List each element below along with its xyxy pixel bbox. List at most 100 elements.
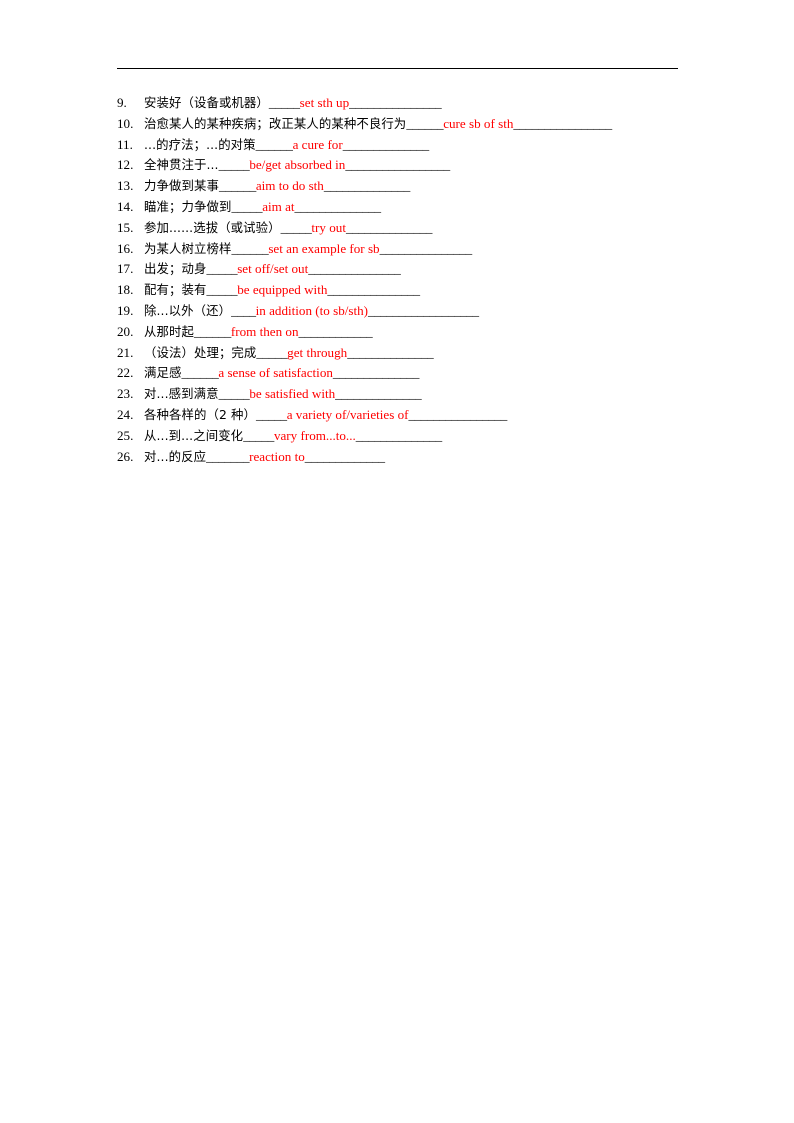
item-number: 9. [117, 95, 127, 110]
answer-blank-trailing: _______________ [308, 261, 401, 277]
item-chinese-prompt: 安装好（设备或机器） [144, 95, 269, 110]
vocabulary-item: 21. （设法）处理；完成 _____ get through ____________… [117, 343, 717, 364]
answer-blank-leading: _______ [206, 448, 250, 464]
answer-blank-leading: _____ [243, 427, 274, 443]
vocabulary-item: 14. 瞄准；力争做到 _____ aim at ______________ [117, 197, 717, 218]
item-chinese-prompt: ...的疗法；...的对策 [144, 136, 256, 152]
item-chinese-prompt: 瞄准；力争做到 [144, 198, 232, 214]
answer-blank-leading: ____ [231, 302, 256, 318]
answer-blank-leading: ______ [218, 178, 256, 194]
answer-blank-trailing: ______________ [323, 178, 410, 194]
item-answer-english: vary from...to... [273, 427, 356, 443]
answer-blank-trailing: _______________ [349, 95, 442, 110]
header-separator-rule [117, 68, 678, 69]
item-number: 24. [117, 406, 134, 422]
answer-blank-trailing: ______________ [342, 136, 429, 152]
answer-blank-trailing: _______________ [379, 240, 473, 256]
vocabulary-item: 19. 除...以外（还） ____ in addition (to sb/sth) _… [117, 301, 717, 322]
item-number: 21. [117, 344, 134, 360]
answer-blank-leading: _____ [206, 282, 238, 298]
item-chinese-prompt: 参加......选拔（或试验） [144, 219, 281, 235]
item-chinese-prompt: 配有；装有 [144, 282, 207, 298]
answer-blank-leading: _____ [256, 344, 288, 360]
vocabulary-item: 12. 全神贯注于... _____ be/get absorbed in ______… [117, 155, 717, 176]
item-answer-english: set sth up [299, 95, 350, 110]
item-chinese-prompt: 满足感 [144, 365, 182, 381]
answer-blank-trailing: _____________ [304, 448, 385, 464]
vocabulary-item: 20. 从那时起 ______ from then on ____________ [117, 322, 717, 343]
item-answer-english: set an example for sb [268, 240, 380, 256]
item-chinese-prompt: （设法）处理；完成 [144, 344, 257, 360]
answer-blank-trailing: ______________ [347, 344, 434, 360]
item-answer-english: aim at [262, 198, 295, 214]
item-number: 22. [117, 365, 134, 381]
answer-blank-trailing: ______________ [345, 219, 433, 235]
answer-blank-trailing: _______________ [327, 282, 420, 298]
item-number: 15. [117, 219, 134, 235]
item-chinese-prompt: 治愈某人的某种疾病；改正某人的某种不良行为 [144, 115, 407, 131]
vocabulary-item: 18. 配有；装有 _____ be equipped with ___________… [117, 280, 717, 301]
item-answer-english: get through [287, 344, 348, 360]
vocabulary-item: 23. 对...感到满意 _____ be satisfied with _______… [117, 384, 717, 405]
item-chinese-prompt: 对...感到满意 [144, 386, 219, 402]
item-number: 23. [117, 386, 134, 402]
item-chinese-prompt: 从那时起 [144, 323, 194, 339]
answer-blank-leading: _____ [255, 406, 287, 422]
vocabulary-item: 9. 安装好（设备或机器） _____ set sth up _____________… [117, 93, 717, 114]
item-number: 25. [117, 427, 134, 443]
item-answer-english: try out [311, 219, 346, 235]
vocabulary-item: 11. ...的疗法；...的对策 ______ a cure for ________… [117, 135, 717, 156]
vocabulary-item: 22. 满足感 ______ a sense of satisfaction _____… [117, 363, 717, 384]
answer-blank-leading: _____ [218, 386, 250, 402]
answer-blank-trailing: ________________ [408, 406, 508, 422]
answer-blank-leading: _____ [206, 261, 238, 277]
item-number: 18. [117, 282, 134, 298]
answer-blank-leading: ______ [406, 115, 444, 131]
answer-blank-trailing: _________________ [345, 157, 450, 173]
answer-blank-leading: _____ [280, 219, 312, 235]
vocabulary-item: 25. 从...到...之间变化 _____ vary from...to... ___… [117, 426, 717, 447]
answer-blank-leading: ______ [181, 365, 219, 381]
item-answer-english: from then on [230, 323, 299, 339]
answer-blank-leading: ______ [231, 240, 269, 256]
answer-blank-leading: _____ [231, 198, 263, 214]
item-answer-english: aim to do sth [255, 178, 324, 194]
item-chinese-prompt: 对...的反应 [144, 448, 207, 464]
item-number: 10. [117, 115, 134, 131]
vocabulary-list: 9. 安装好（设备或机器） _____ set sth up _____________… [117, 93, 717, 467]
answer-blank-trailing: ________________ [513, 115, 612, 131]
vocabulary-item: 16. 为某人树立榜样 ______ set an example for sb ___… [117, 239, 717, 260]
item-chinese-prompt: 从...到...之间变化 [144, 427, 244, 443]
answer-blank-trailing: ______________ [294, 198, 381, 214]
answer-blank-trailing: ______________ [355, 427, 442, 443]
document-page: 9. 安装好（设备或机器） _____ set sth up _____________… [0, 0, 794, 1123]
item-number: 20. [117, 323, 134, 339]
vocabulary-item: 15. 参加......选拔（或试验） _____ try out __________… [117, 218, 717, 239]
answer-blank-leading: ______ [255, 136, 293, 152]
answer-blank-trailing: __________________ [368, 302, 479, 318]
item-answer-english: reaction to [249, 448, 305, 464]
item-chinese-prompt: 力争做到某事 [144, 178, 219, 194]
item-number: 26. [117, 448, 134, 464]
vocabulary-item: 13. 力争做到某事 ______ aim to do sth ____________… [117, 176, 717, 197]
item-answer-english: in addition (to sb/sth) [255, 302, 369, 318]
item-answer-english: be satisfied with [249, 386, 336, 402]
item-chinese-prompt: 出发；动身 [144, 261, 207, 277]
item-number: 13. [117, 178, 134, 194]
item-chinese-prompt: 各种各样的（2 种） [144, 406, 256, 422]
item-answer-english: be equipped with [237, 282, 328, 298]
item-number: 11. [117, 136, 133, 152]
item-number: 16. [117, 240, 134, 256]
item-answer-english: a variety of/varieties of [286, 406, 409, 422]
answer-blank-trailing: ______________ [335, 386, 422, 402]
answer-blank-leading: ______ [193, 323, 231, 339]
vocabulary-item: 26. 对...的反应 _______ reaction to ____________… [117, 447, 717, 468]
item-number: 19. [117, 302, 134, 318]
item-answer-english: be/get absorbed in [249, 157, 346, 173]
item-number: 12. [117, 157, 134, 173]
answer-blank-trailing: ____________ [298, 323, 373, 339]
item-number: 17. [117, 261, 134, 277]
answer-blank-leading: _____ [268, 95, 300, 110]
item-answer-english: a cure for [292, 136, 343, 152]
item-answer-english: set off/set out [237, 261, 309, 277]
